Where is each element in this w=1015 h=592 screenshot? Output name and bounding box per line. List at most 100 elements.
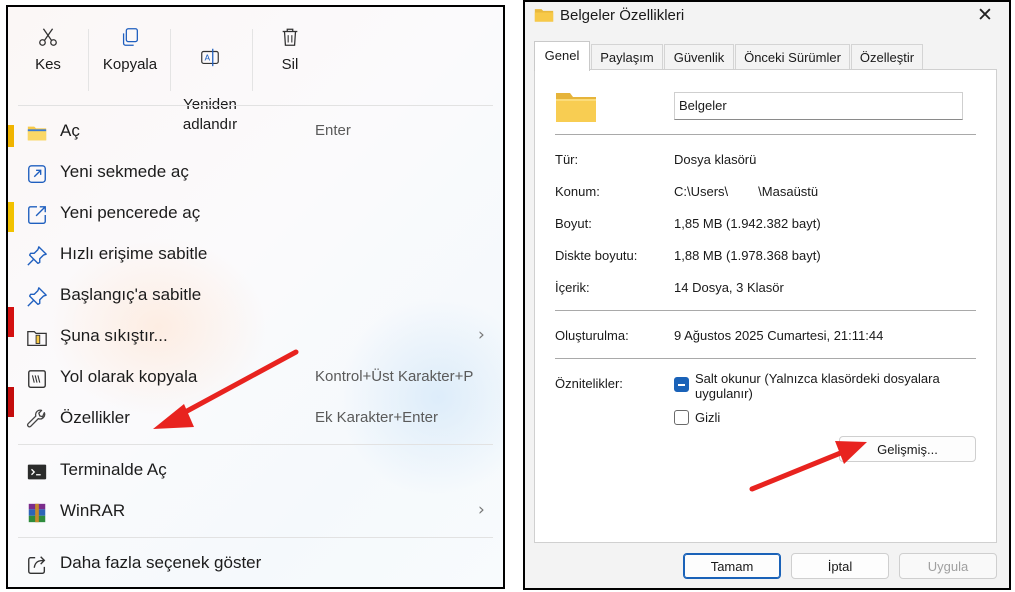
menu-item-compress[interactable]: Şuna sıkıştır... › xyxy=(18,317,498,357)
cut-button[interactable]: Kes xyxy=(26,25,70,75)
contents-label: İçerik: xyxy=(555,280,590,295)
menu-item-label: Yeni sekmede aç xyxy=(60,162,189,181)
created-label: Oluşturulma: xyxy=(555,328,629,343)
scissors-icon xyxy=(39,28,57,46)
location-value: C:\Users\ \Masaüstü xyxy=(674,184,818,200)
svg-text:A: A xyxy=(205,53,211,63)
folder-icon xyxy=(534,9,554,22)
pin-icon xyxy=(27,287,47,307)
divider xyxy=(555,134,976,135)
hidden-label: Gizli xyxy=(695,410,721,425)
size-value: 1,85 MB (1.942.382 bayt) xyxy=(674,216,821,231)
menu-item-pin-start[interactable]: Başlangıç'a sabitle xyxy=(18,276,498,316)
tab-previous-versions[interactable]: Önceki Sürümler xyxy=(735,44,850,70)
delete-button[interactable]: Sil xyxy=(270,25,310,75)
zip-icon xyxy=(27,330,47,346)
tab-label: Güvenlik xyxy=(673,50,725,65)
menu-item-shortcut: Enter xyxy=(315,122,351,139)
menu-item-open[interactable]: Aç Enter xyxy=(18,112,498,152)
menu-item-label: Şuna sıkıştır... xyxy=(60,326,168,345)
size-label: Boyut: xyxy=(555,216,592,231)
toolbar-divider xyxy=(88,29,89,91)
chevron-right-icon: › xyxy=(478,325,485,345)
ok-button[interactable]: Tamam xyxy=(683,553,781,579)
close-icon[interactable]: ✕ xyxy=(977,4,993,27)
menu-item-label: Başlangıç'a sabitle xyxy=(60,285,202,304)
menu-item-properties[interactable]: Özellikler Ek Karakter+Enter xyxy=(18,399,498,439)
divider xyxy=(555,358,976,359)
hidden-checkbox[interactable] xyxy=(674,410,689,425)
menu-item-open-new-tab[interactable]: Yeni sekmede aç xyxy=(18,153,498,193)
menu-item-pin-quick-access[interactable]: Hızlı erişime sabitle xyxy=(18,235,498,275)
copy-path-icon xyxy=(28,370,46,388)
trash-icon xyxy=(282,28,298,46)
location-label: Konum: xyxy=(555,184,600,199)
tab-label: Özelleştir xyxy=(859,50,915,65)
divider xyxy=(555,310,976,311)
menu-item-winrar[interactable]: WinRAR › xyxy=(18,492,498,532)
context-menu: Kes Kopyala A Yeniden adlandır Sil Aç En… xyxy=(6,5,505,589)
dialog-title: Belgeler Özellikleri xyxy=(560,7,685,24)
location-suffix: \Masaüstü xyxy=(758,184,819,199)
folder-name-input[interactable]: Belgeler xyxy=(674,92,963,120)
tab-label: Önceki Sürümler xyxy=(744,50,841,65)
attributes-label: Öznitelikler: xyxy=(555,376,623,391)
copy-button[interactable]: Kopyala xyxy=(98,25,162,75)
type-value: Dosya klasörü xyxy=(674,152,757,167)
menu-divider xyxy=(18,537,493,538)
readonly-label: Salt okunur (Yalnızca klasördeki dosyala… xyxy=(695,371,940,401)
terminal-icon xyxy=(27,464,47,480)
wrench-icon xyxy=(27,409,46,428)
menu-item-label: Hızlı erişime sabitle xyxy=(60,244,208,263)
location-prefix: C:\Users\ xyxy=(674,184,729,199)
share-icon xyxy=(28,556,46,574)
menu-divider xyxy=(18,105,493,106)
size-on-disk-value: 1,88 MB (1.978.368 bayt) xyxy=(674,248,821,263)
tab-security[interactable]: Güvenlik xyxy=(664,44,734,70)
apply-button[interactable]: Uygula xyxy=(899,553,997,579)
toolbar-divider xyxy=(170,29,171,91)
menu-item-shortcut: Kontrol+Üst Karakter+P xyxy=(315,368,474,385)
menu-item-label: Terminalde Aç xyxy=(60,460,167,479)
menu-item-label: Yol olarak kopyala xyxy=(60,367,198,386)
folder-icon xyxy=(27,126,47,141)
menu-item-shortcut: Ek Karakter+Enter xyxy=(315,409,438,426)
created-value: 9 Ağustos 2025 Cumartesi, 21:11:44 xyxy=(674,328,884,343)
pin-icon xyxy=(27,246,47,266)
tab-label: Genel xyxy=(544,48,580,63)
cut-label: Kes xyxy=(35,56,61,73)
toolbar-divider xyxy=(252,29,253,91)
menu-item-copy-path[interactable]: Yol olarak kopyala Kontrol+Üst Karakter+… xyxy=(18,358,498,398)
type-label: Tür: xyxy=(555,152,579,167)
menu-item-show-more-options[interactable]: Daha fazla seçenek göster xyxy=(18,544,498,584)
open-in-new-tab-icon xyxy=(28,165,46,183)
general-tab-panel: Belgeler Tür: Dosya klasörü Konum: C:\Us… xyxy=(534,69,997,543)
readonly-checkbox[interactable] xyxy=(674,377,689,392)
menu-item-label: Aç xyxy=(60,121,80,140)
menu-item-label: Daha fazla seçenek göster xyxy=(60,553,262,572)
menu-item-label: Yeni pencerede aç xyxy=(60,203,201,222)
menu-item-open-terminal[interactable]: Terminalde Aç xyxy=(18,451,498,491)
winrar-icon xyxy=(28,503,46,523)
cancel-button[interactable]: İptal xyxy=(791,553,889,579)
contents-value: 14 Dosya, 3 Klasör xyxy=(674,280,784,295)
menu-item-label: WinRAR xyxy=(60,501,126,520)
menu-item-open-new-window[interactable]: Yeni pencerede aç xyxy=(18,194,498,234)
chevron-right-icon: › xyxy=(478,500,485,520)
properties-dialog: Belgeler Özellikleri ✕ Genel Paylaşım Gü… xyxy=(523,0,1011,590)
copy-label: Kopyala xyxy=(102,56,158,73)
copy-icon xyxy=(122,28,138,46)
rename-icon: A xyxy=(201,48,219,67)
advanced-button[interactable]: Gelişmiş... xyxy=(839,436,976,462)
menu-divider xyxy=(18,444,493,445)
delete-label: Sil xyxy=(281,56,299,73)
menu-item-label: Özellikler xyxy=(60,408,130,427)
folder-icon xyxy=(556,93,596,122)
tab-customize[interactable]: Özelleştir xyxy=(851,44,923,70)
open-in-new-window-icon xyxy=(28,206,46,224)
context-menu-toolbar: Kes Kopyala A Yeniden adlandır Sil xyxy=(8,7,503,133)
tab-sharing[interactable]: Paylaşım xyxy=(591,44,663,70)
tab-label: Paylaşım xyxy=(600,50,654,65)
tab-general[interactable]: Genel xyxy=(534,41,590,71)
redacted-username xyxy=(728,185,759,200)
